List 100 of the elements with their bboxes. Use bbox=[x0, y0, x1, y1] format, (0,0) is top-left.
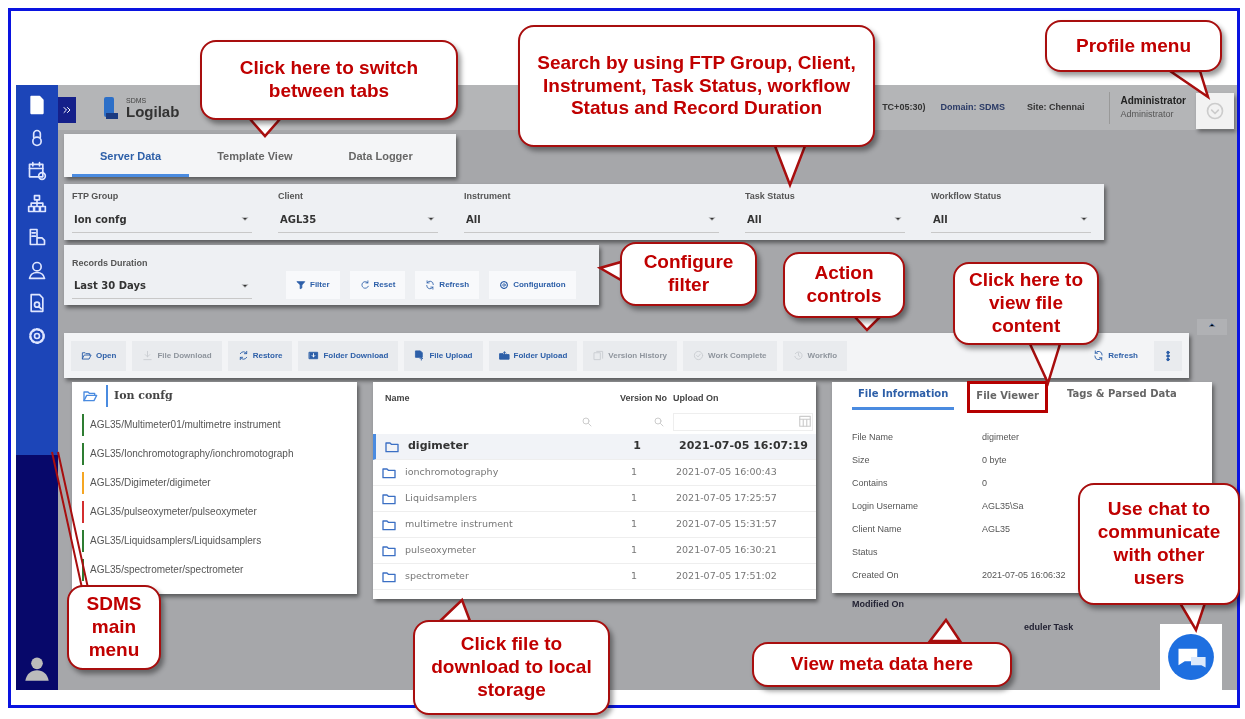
sitemap-menu-button[interactable] bbox=[27, 194, 47, 214]
chevron-down-icon bbox=[1205, 100, 1225, 121]
version-number: 1 bbox=[630, 570, 637, 582]
callout: Configure filter bbox=[620, 242, 757, 306]
download-icon bbox=[142, 350, 154, 361]
folder-icon bbox=[82, 388, 98, 404]
tree-item[interactable]: AGL35/Ionchromotography/ionchromotograph bbox=[90, 446, 294, 461]
user-menu-button[interactable] bbox=[27, 260, 47, 280]
callout: Click here to view file content bbox=[953, 262, 1099, 345]
tree-root[interactable]: Ion confg bbox=[114, 387, 173, 405]
version-number: 1 bbox=[630, 466, 637, 478]
table-row[interactable]: Liquidsamplers 1 2021-07-05 17:25:57 bbox=[373, 486, 816, 512]
domain-text: Domain: SDMS bbox=[940, 100, 1005, 114]
info-label: Size bbox=[852, 454, 870, 465]
info-label: File Name bbox=[852, 431, 893, 442]
expand-button[interactable] bbox=[58, 96, 76, 123]
settings-menu-button[interactable] bbox=[27, 326, 47, 346]
field-label: Instrument bbox=[464, 190, 512, 203]
copy-icon bbox=[593, 350, 605, 361]
caret-icon bbox=[426, 214, 436, 224]
device-menu-button[interactable] bbox=[27, 227, 47, 247]
calendar-menu-button[interactable] bbox=[27, 161, 47, 181]
file-upload-button[interactable]: File Upload bbox=[404, 340, 483, 371]
info-label: Created On bbox=[852, 569, 899, 580]
field-label: Task Status bbox=[745, 190, 796, 203]
timezone-text: TC+05:30) bbox=[882, 100, 926, 114]
version-number: 1 bbox=[633, 439, 641, 453]
dropdown-field[interactable]: Ion confg bbox=[72, 209, 252, 233]
chat-button[interactable] bbox=[1160, 624, 1222, 690]
table-row[interactable]: digimeter 1 2021-07-05 16:07:19 bbox=[373, 434, 816, 460]
settings-icon bbox=[27, 326, 47, 346]
folder-icon bbox=[81, 350, 92, 361]
dropdown-field[interactable]: All bbox=[464, 209, 719, 233]
dropdown-field[interactable]: All bbox=[931, 209, 1091, 233]
dropdown-field[interactable]: All bbox=[745, 209, 905, 233]
folder-upload-icon bbox=[498, 350, 510, 361]
folder-download-button[interactable]: Folder Download bbox=[298, 340, 399, 371]
tree-item[interactable]: AGL35/Liquidsamplers/Liquidsamplers bbox=[90, 533, 262, 548]
search-icon bbox=[581, 416, 593, 428]
info-label: Contains bbox=[852, 477, 888, 488]
upload-date: 2021-07-05 15:31:57 bbox=[676, 518, 777, 530]
user-icon bbox=[27, 260, 47, 280]
info-value: AGL35 bbox=[982, 522, 1011, 536]
upload-date: 2021-07-05 17:51:02 bbox=[676, 570, 777, 582]
upload-date: 2021-07-05 16:00:43 bbox=[676, 466, 777, 478]
calendar-icon bbox=[27, 161, 47, 181]
callout-pointer bbox=[773, 144, 807, 189]
tab[interactable]: Tags & Parsed Data bbox=[1061, 384, 1183, 410]
dropdown-field[interactable]: AGL35 bbox=[278, 209, 438, 233]
callout: Click file to download to local storage bbox=[413, 620, 610, 715]
open-button[interactable]: Open bbox=[71, 340, 127, 371]
dropdown-field[interactable]: Last 30 Days bbox=[72, 276, 252, 299]
document-search-menu-button[interactable] bbox=[27, 293, 47, 313]
tab[interactable]: Server Data bbox=[72, 147, 190, 177]
date-field[interactable] bbox=[673, 413, 813, 431]
filter-button[interactable]: Filter bbox=[286, 271, 340, 299]
reset-button[interactable]: Reset bbox=[349, 271, 406, 299]
reset-icon bbox=[359, 280, 370, 290]
filter-icon bbox=[296, 280, 306, 290]
chat-icon bbox=[1166, 632, 1216, 682]
document-icon bbox=[27, 95, 47, 115]
info-value: eduler Task bbox=[1024, 620, 1074, 634]
tab[interactable]: File Information bbox=[852, 384, 955, 410]
settings-button[interactable]: Configuration bbox=[489, 271, 576, 299]
document-menu-button[interactable] bbox=[27, 95, 47, 115]
restore-button[interactable]: Restore bbox=[227, 340, 293, 371]
table-row[interactable]: multimetre instrument 1 2021-07-05 15:31:57 bbox=[373, 512, 816, 538]
tree-item[interactable]: AGL35/Multimeter01/multimetre instrument bbox=[90, 417, 281, 432]
refresh-button[interactable]: Refresh bbox=[415, 271, 480, 299]
chevron-up-icon bbox=[1207, 320, 1217, 330]
column-header: Version No bbox=[620, 393, 667, 403]
callout: Click here to switch between tabs bbox=[200, 40, 458, 120]
table-row[interactable]: ionchromotography 1 2021-07-05 16:00:43 bbox=[373, 460, 816, 486]
file-name: multimetre instrument bbox=[405, 517, 513, 532]
tab[interactable]: File Viewer bbox=[970, 384, 1045, 410]
tab[interactable]: Data Logger bbox=[320, 147, 441, 177]
tree-item[interactable]: AGL35/pulseoxymeter/pulseoxymeter bbox=[90, 504, 257, 519]
file-name: ionchromotography bbox=[405, 465, 499, 480]
file-name: Liquidsamplers bbox=[405, 491, 478, 506]
tab[interactable]: Template View bbox=[189, 147, 321, 177]
site-text: Site: Chennai bbox=[1026, 100, 1085, 114]
folder-upload-button[interactable]: Folder Upload bbox=[488, 340, 578, 371]
table-row[interactable]: pulseoxymeter 1 2021-07-05 16:30:21 bbox=[373, 538, 816, 564]
refresh-icon bbox=[425, 280, 436, 290]
tree-item[interactable]: AGL35/spectrometer/spectrometer bbox=[90, 562, 244, 577]
caret-icon bbox=[707, 214, 717, 224]
table-row[interactable]: spectrometer 1 2021-07-05 17:51:02 bbox=[373, 564, 816, 590]
upload-date: 2021-07-05 16:07:19 bbox=[679, 439, 808, 453]
info-label: Modified On bbox=[852, 598, 904, 609]
info-value: AGL35\Sa bbox=[982, 499, 1024, 513]
user-role: Administrator bbox=[1120, 108, 1175, 122]
device-icon bbox=[27, 227, 47, 247]
refresh-icon bbox=[1093, 350, 1105, 361]
field-label: Records Duration bbox=[72, 256, 149, 270]
search-icon bbox=[653, 416, 665, 428]
caret-icon bbox=[893, 214, 903, 224]
tree-item[interactable]: AGL35/Digimeter/digimeter bbox=[90, 475, 211, 490]
callout: Search by using FTP Group, Client, Instrument, Task Status, workflow Status and Record Duration bbox=[518, 25, 875, 147]
profile-button[interactable] bbox=[1196, 92, 1234, 129]
more-button[interactable] bbox=[1154, 340, 1182, 371]
